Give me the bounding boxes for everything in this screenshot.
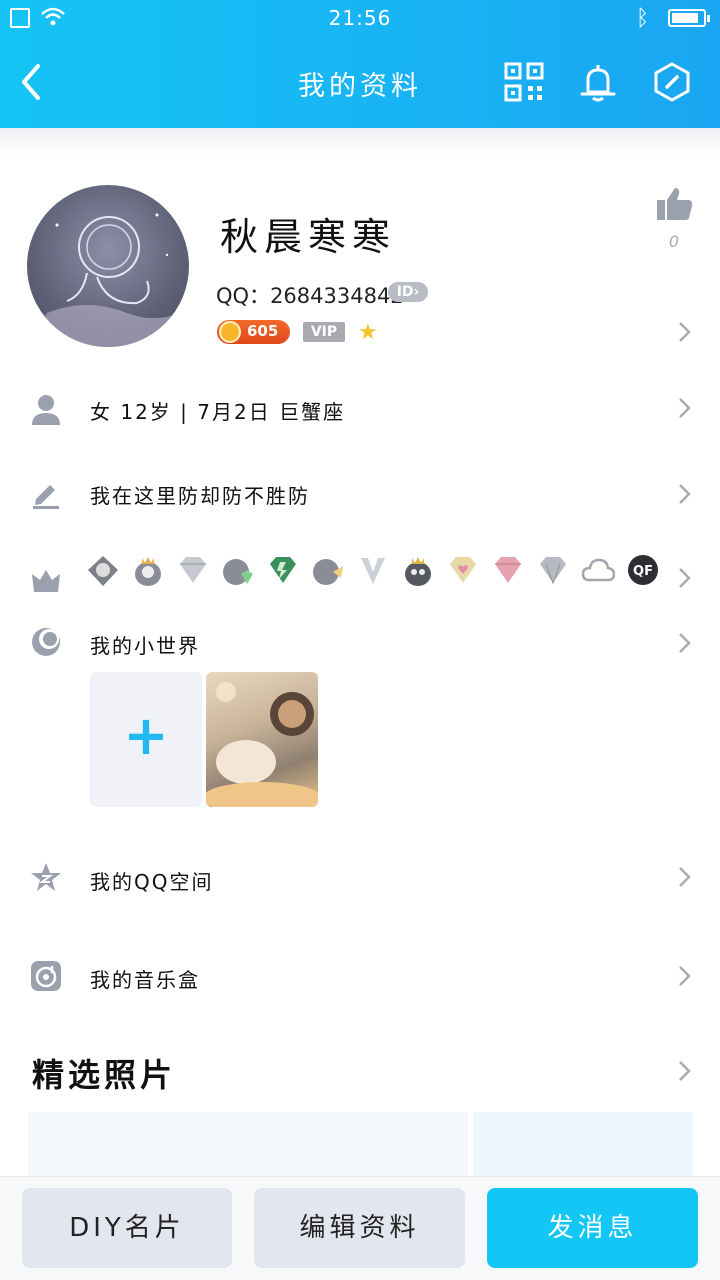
send-message-button[interactable]: 发消息 [487,1188,698,1268]
small-world-chevron-icon[interactable] [677,631,693,655]
qq-label: QQ： [216,284,271,308]
pink-diamond-badge-icon [495,557,521,583]
green-diamond-badge-icon [270,557,296,583]
coin-badge[interactable]: 605 [217,320,290,344]
coin-count: 605 [247,322,279,340]
battery-icon [668,9,710,27]
qq-number-line: QQ：2684334842 [216,280,404,310]
star-icon[interactable]: ★ [358,320,378,345]
qr-code-button[interactable] [502,60,546,104]
id-badge[interactable]: ID› [388,282,428,302]
thumbs-up-icon [657,188,693,220]
signature-chevron-icon[interactable] [677,482,693,506]
world-post-thumbnail[interactable] [206,672,318,807]
diamond-badge-icon [180,557,206,583]
add-world-post-button[interactable]: + [90,672,202,807]
bluetooth-icon: ᛒ [636,6,650,31]
like-button[interactable] [655,184,695,224]
nickname: 秋晨寒寒 [220,215,397,259]
badge-list[interactable]: QF [86,552,676,592]
id-badge-label: ID [396,284,414,300]
vip-badge[interactable]: VIP [303,322,345,342]
avatar[interactable] [27,185,189,347]
bell-icon [580,65,616,102]
penguin-pen-badge-icon [313,559,343,585]
like-count: 0 [668,232,680,251]
music-box-label: 我的音乐盒 [90,968,200,992]
edit-pen-icon [30,477,62,509]
notification-button[interactable] [576,60,620,104]
status-time: 21:56 [328,6,392,30]
astronaut-avatar-image [27,213,189,347]
penguin-wing-badge-icon [88,556,118,586]
v-tie-badge-icon [361,558,385,584]
header-shadow [0,128,720,158]
qq-number: 2684334842 [270,284,404,308]
diy-card-button[interactable]: DIY名片 [22,1188,232,1268]
penguin-black-crown-badge-icon [405,557,431,586]
astronaut-photo-image [206,682,318,807]
basic-info-text: 女 12岁 | 7月2日 巨蟹座 [90,400,346,424]
penguin-diamond-badge-icon [223,559,253,585]
profile-card-chevron-icon[interactable] [677,320,693,344]
featured-photos-chevron-icon[interactable] [677,1059,693,1083]
basic-info-chevron-icon[interactable] [677,396,693,420]
featured-photo[interactable] [473,1112,693,1182]
person-icon [30,393,62,425]
qzone-chevron-icon[interactable] [677,865,693,889]
qzone-label: 我的QQ空间 [90,870,214,894]
heart-diamond-badge-icon [450,557,476,583]
grey-diamond-badge-icon [540,557,566,585]
status-bar: 21:56 ᛒ [0,0,720,38]
small-world-label: 我的小世界 [90,634,200,658]
hexagon-settings-icon [654,62,690,102]
coin-icon [219,321,241,343]
crown-icon [30,564,62,596]
svg-text:QF: QF [633,564,653,579]
featured-photos-title: 精选照片 [32,1056,177,1094]
qzone-star-icon [30,861,62,893]
music-box-chevron-icon[interactable] [677,964,693,988]
featured-photo[interactable] [28,1112,468,1182]
badges-chevron-icon[interactable] [677,566,693,590]
edit-profile-button[interactable]: 编辑资料 [254,1188,465,1268]
qr-code-icon [504,62,544,102]
settings-button[interactable] [650,60,694,104]
cloud-badge-icon [581,558,615,582]
plus-icon: + [123,704,169,767]
music-box-icon [30,960,62,992]
penguin-crown-badge-icon [135,557,161,586]
small-world-icon [30,626,62,658]
header-bar: 21:56 ᛒ 我的资料 [0,0,720,128]
qf-logo-badge-icon: QF [628,555,658,585]
signature-text: 我在这里防却防不胜防 [90,484,310,508]
